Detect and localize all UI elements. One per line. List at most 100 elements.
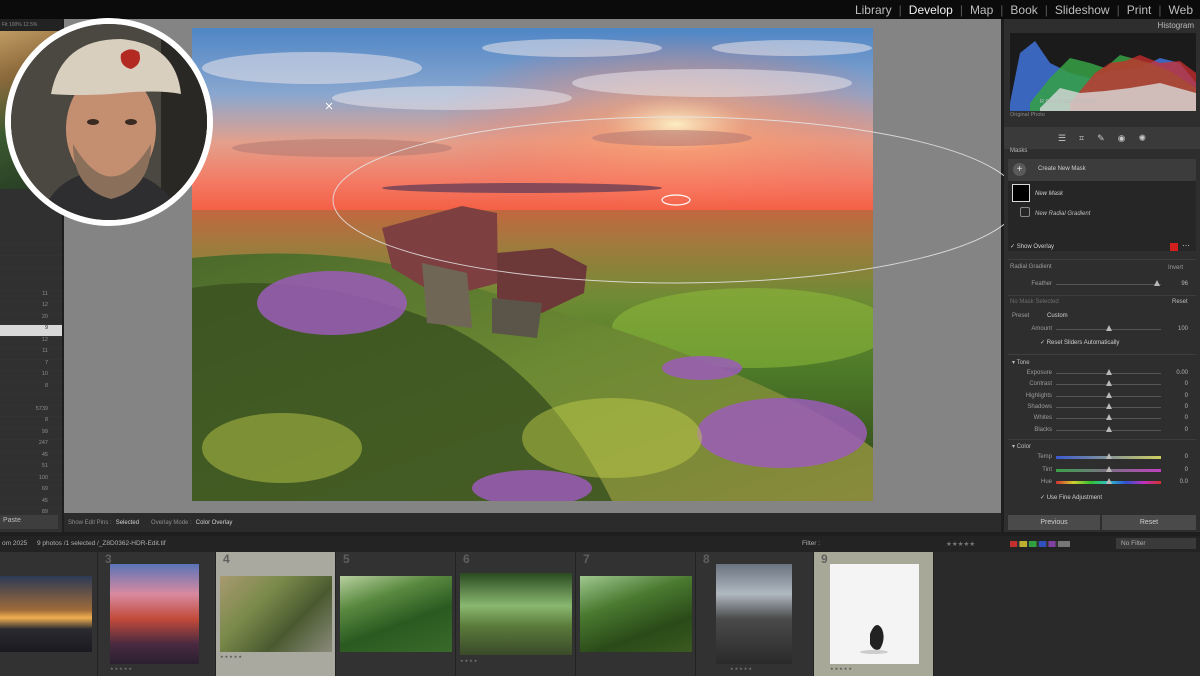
filmstrip-cell[interactable] <box>0 552 98 676</box>
filmstrip-thumbnail[interactable] <box>830 564 919 664</box>
filmstrip-cell[interactable]: 6 ★★★★ <box>456 552 576 676</box>
shadows-slider[interactable]: Shadows 0 <box>1004 402 1200 413</box>
highlights-value[interactable]: 0 <box>1185 393 1188 399</box>
feather-thumb[interactable] <box>1153 280 1160 286</box>
exposure-thumb[interactable] <box>1105 369 1112 375</box>
show-overlay-checkbox[interactable]: ✓ Show Overlay <box>1010 243 1054 250</box>
history-row[interactable]: 8 <box>0 417 62 429</box>
invert-checkbox[interactable]: Invert <box>1168 265 1183 271</box>
redeye-icon[interactable]: ◉ <box>1118 133 1126 144</box>
navigator-zoom-levels[interactable]: Fit 100% 12.5% <box>0 19 62 31</box>
previous-button[interactable]: Previous <box>1008 515 1100 530</box>
amount-value[interactable]: 100 <box>1178 326 1188 332</box>
blacks-value[interactable]: 0 <box>1185 427 1188 433</box>
history-row[interactable]: 51 <box>0 463 62 475</box>
contrast-slider[interactable]: Contrast 0 <box>1004 379 1200 390</box>
history-row[interactable] <box>0 245 62 256</box>
reset-sliders-checkbox[interactable]: ✓ Reset Sliders Automatically <box>1040 339 1119 346</box>
history-row[interactable]: 45 <box>0 498 62 509</box>
histogram-title[interactable]: Histogram <box>1004 21 1194 30</box>
feather-value[interactable]: 96 <box>1181 281 1188 287</box>
feather-track[interactable] <box>1056 284 1161 285</box>
module-web[interactable]: Web <box>1162 3 1200 17</box>
history-row[interactable]: 247 <box>0 440 62 452</box>
history-row[interactable]: 8 <box>0 383 62 394</box>
filmstrip-thumbnail[interactable] <box>0 576 92 652</box>
create-new-mask-button[interactable]: + Create New Mask <box>1008 159 1196 181</box>
filmstrip-cell[interactable]: 3 ★★★★★ <box>98 552 216 676</box>
overlay-color-swatch[interactable] <box>1170 243 1178 251</box>
more-options-icon[interactable]: ⋯ <box>1182 241 1190 250</box>
module-map[interactable]: Map <box>963 3 1000 17</box>
blacks-thumb[interactable] <box>1105 425 1112 432</box>
tone-section-header[interactable]: ▾ Tone <box>1012 359 1030 366</box>
temp-slider[interactable]: Temp 0 <box>1004 452 1200 463</box>
hue-thumb[interactable] <box>1105 478 1112 484</box>
exposure-slider[interactable]: Exposure 0.00 <box>1004 368 1200 379</box>
filmstrip-thumbnail[interactable] <box>220 576 332 652</box>
history-row[interactable]: 99 <box>0 429 62 440</box>
whites-value[interactable]: 0 <box>1185 415 1188 421</box>
history-row[interactable]: 45 <box>0 452 62 463</box>
history-row[interactable]: 20 <box>0 314 62 325</box>
history-row[interactable]: 11 <box>0 348 62 360</box>
shadows-value[interactable]: 0 <box>1185 404 1188 410</box>
original-photo-checkbox[interactable]: Original Photo <box>1010 112 1045 118</box>
history-row[interactable] <box>0 394 62 406</box>
contrast-value[interactable]: 0 <box>1185 381 1188 387</box>
show-edit-pins-select[interactable]: Selected <box>116 520 139 526</box>
filmstrip-cell[interactable]: 8 ★★★★★ <box>696 552 814 676</box>
whites-thumb[interactable] <box>1105 414 1112 421</box>
sliders-icon[interactable]: ☰ <box>1058 133 1066 144</box>
history-row[interactable] <box>0 256 62 268</box>
folder-path[interactable]: om 2025 <box>2 540 27 547</box>
contrast-thumb[interactable] <box>1105 380 1112 387</box>
history-row[interactable]: 5739 <box>0 406 62 417</box>
history-row[interactable] <box>0 233 62 245</box>
filter-preset-dropdown[interactable]: No Filter <box>1116 538 1196 549</box>
color-section-header[interactable]: ▾ Color <box>1012 443 1031 450</box>
history-row[interactable]: 9 <box>0 325 62 337</box>
color-label-filter[interactable] <box>1010 541 1070 547</box>
fine-adjustment-checkbox[interactable]: ✓ Use Fine Adjustment <box>1040 494 1102 501</box>
main-photo[interactable] <box>192 28 873 501</box>
history-row[interactable]: 12 <box>0 337 62 348</box>
filmstrip-cell[interactable]: 5 <box>336 552 456 676</box>
history-row[interactable]: 69 <box>0 486 62 498</box>
highlights-slider[interactable]: Highlights 0 <box>1004 391 1200 402</box>
reset-button[interactable]: Reset <box>1102 515 1196 530</box>
history-row[interactable] <box>0 279 62 291</box>
history-row[interactable] <box>0 268 62 279</box>
filmstrip-cell[interactable]: 7 <box>576 552 696 676</box>
history-row[interactable]: 100 <box>0 475 62 486</box>
highlights-thumb[interactable] <box>1105 391 1112 398</box>
preset-dropdown[interactable]: Custom <box>1047 313 1068 319</box>
history-row[interactable]: 12 <box>0 302 62 314</box>
filmstrip-thumbnail[interactable] <box>340 576 452 652</box>
paste-button[interactable]: Paste <box>0 515 58 529</box>
masking-icon[interactable]: ✺ <box>1139 133 1147 144</box>
mask-name[interactable]: New Mask <box>1035 191 1063 197</box>
module-print[interactable]: Print <box>1120 3 1159 17</box>
filmstrip-cell-selected[interactable]: 4 ★★★★★ <box>216 552 336 676</box>
module-slideshow[interactable]: Slideshow <box>1048 3 1117 17</box>
tint-slider[interactable]: Tint 0 <box>1004 465 1200 476</box>
filmstrip-thumbnail[interactable] <box>110 564 199 664</box>
filmstrip-thumbnail[interactable] <box>580 576 692 652</box>
mask-thumbnail[interactable] <box>1012 184 1030 202</box>
filmstrip-thumbnail[interactable] <box>460 573 572 655</box>
exposure-value[interactable]: 0.00 <box>1176 370 1188 376</box>
history-row[interactable]: 10 <box>0 371 62 383</box>
module-book[interactable]: Book <box>1003 3 1044 17</box>
photo-count-source[interactable]: 9 photos /1 selected /_Z8D0362-HDR-Edit.… <box>37 540 166 547</box>
module-library[interactable]: Library <box>848 3 899 17</box>
filmstrip-cell-active[interactable]: 9 ★★★★★ <box>814 552 934 676</box>
feather-slider[interactable]: Feather 96 <box>1004 279 1200 290</box>
temp-value[interactable]: 0 <box>1185 454 1188 460</box>
blacks-slider[interactable]: Blacks 0 <box>1004 425 1200 436</box>
tint-value[interactable]: 0 <box>1185 467 1188 473</box>
temp-thumb[interactable] <box>1105 453 1112 459</box>
mask-reset-button[interactable]: Reset <box>1172 299 1188 305</box>
history-row[interactable]: 11 <box>0 291 62 302</box>
crop-icon[interactable]: ⌗ <box>1079 133 1084 144</box>
